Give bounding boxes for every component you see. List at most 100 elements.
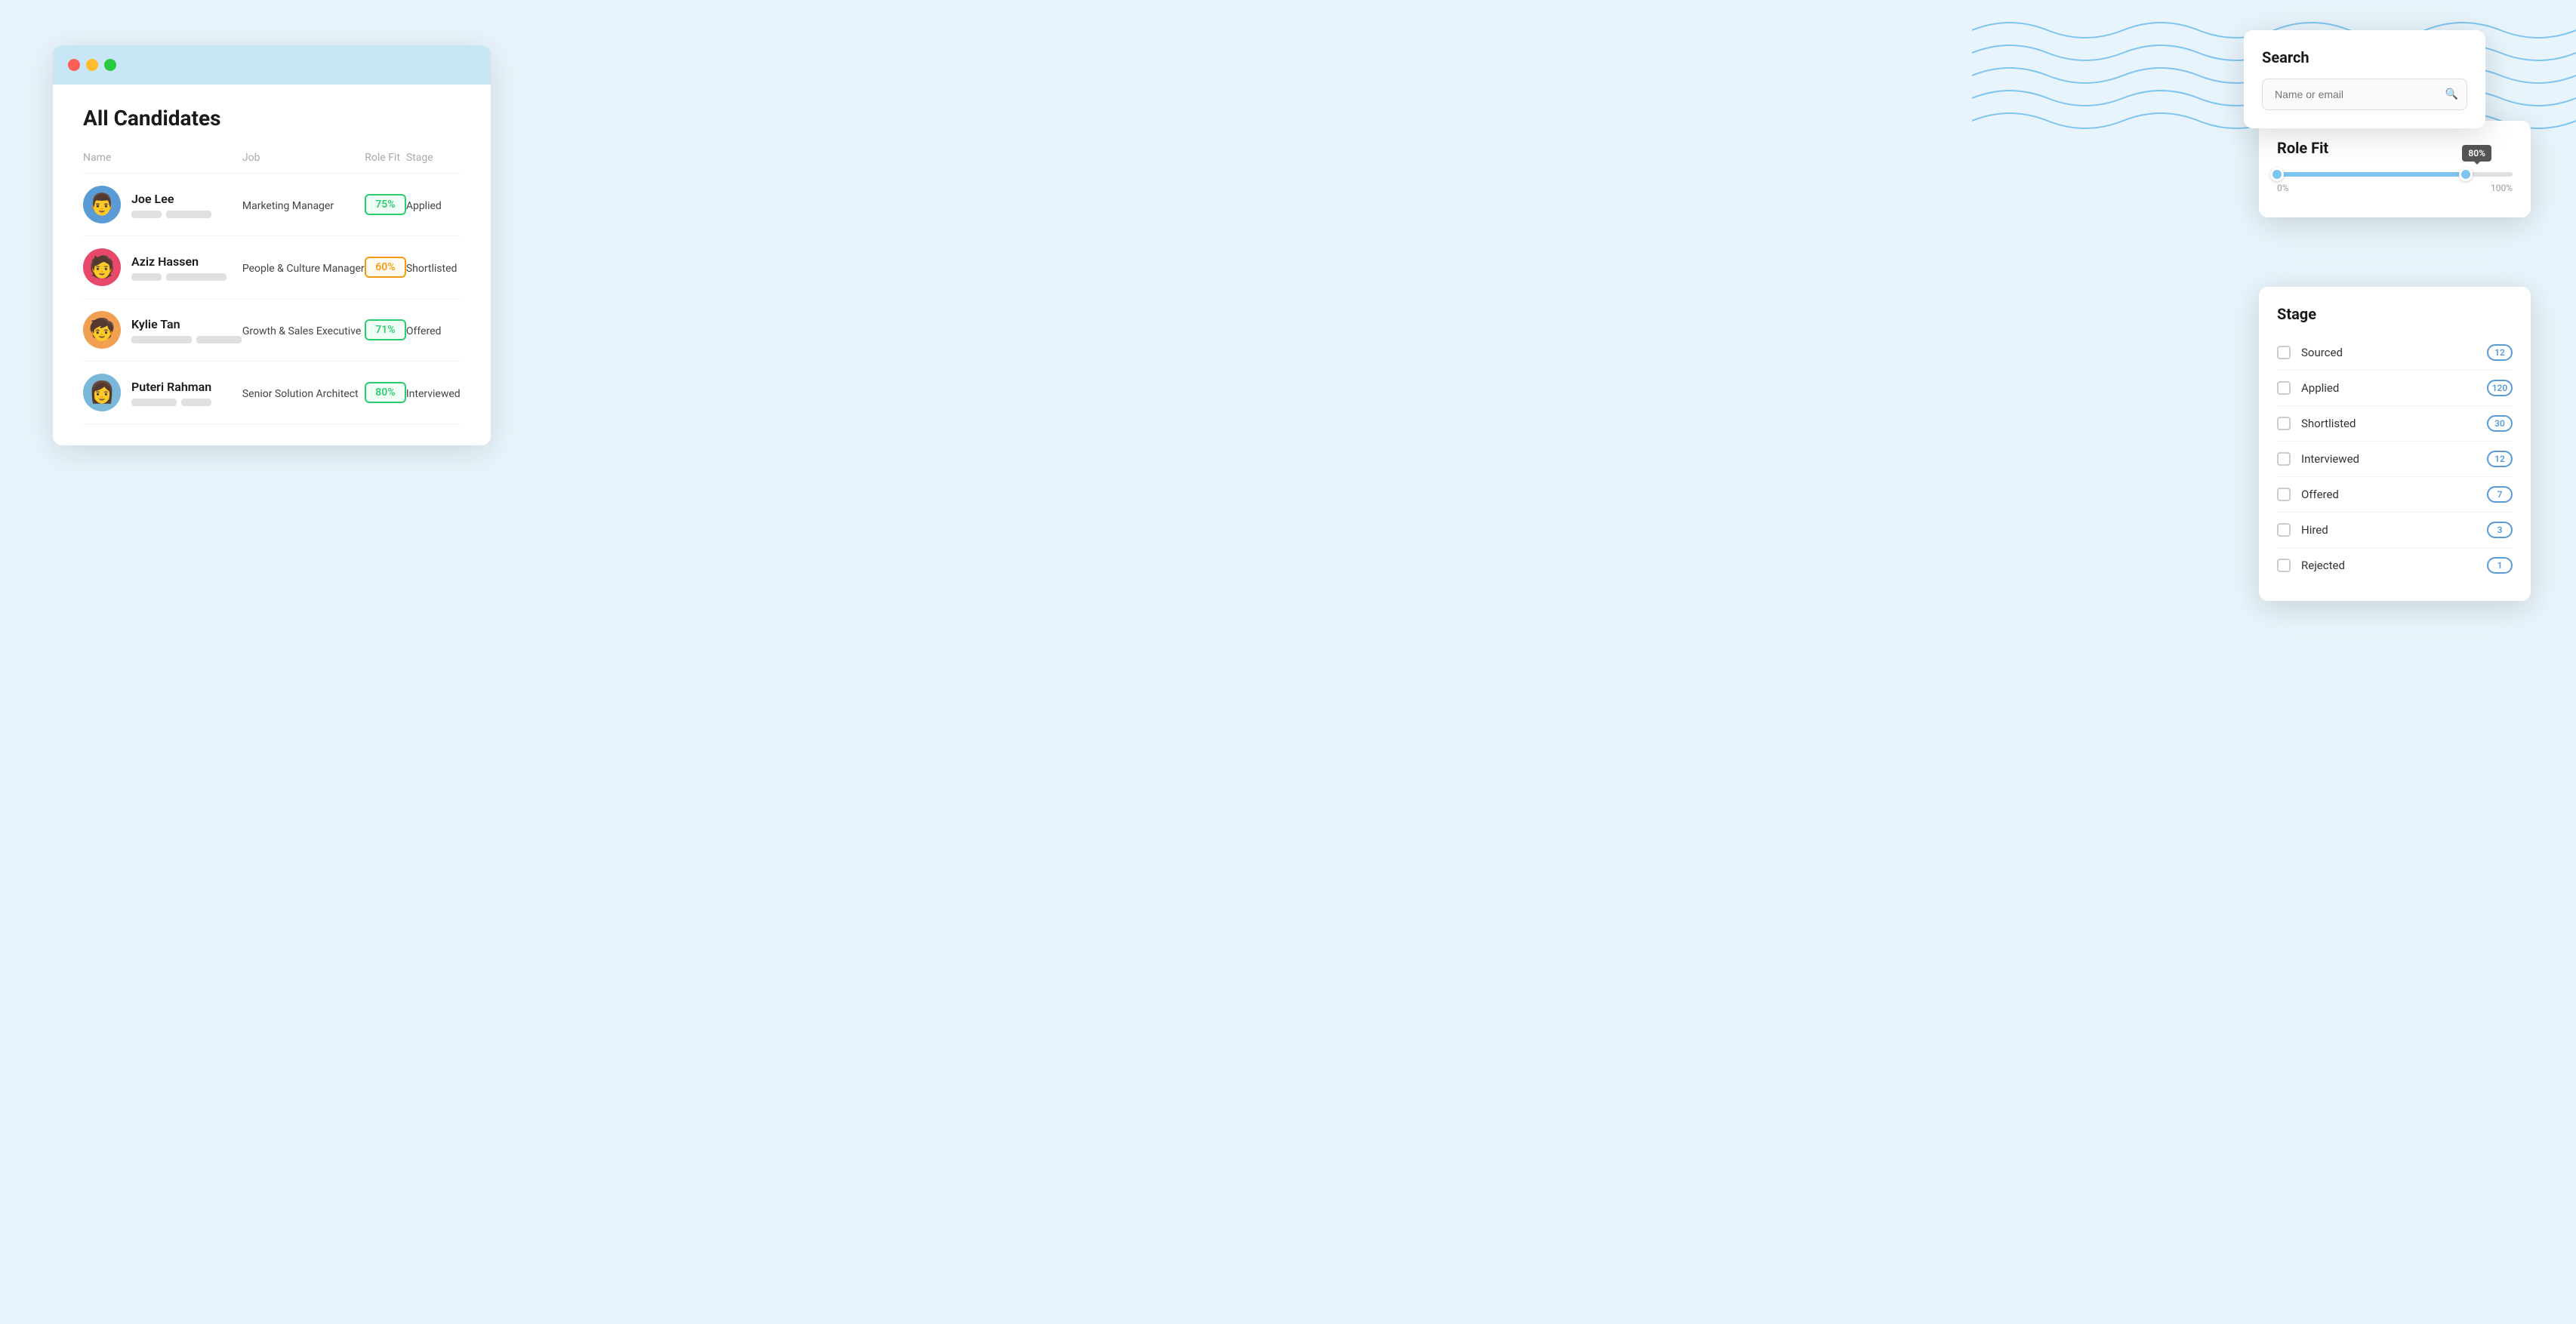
col-stage: Stage: [406, 152, 461, 174]
candidate-tags: [131, 336, 242, 343]
slider-track: [2277, 172, 2513, 177]
tag: [131, 211, 162, 218]
stage-item[interactable]: Sourced 12: [2277, 335, 2513, 371]
role-fit-badge: 80%: [365, 382, 405, 403]
candidate-details: Aziz Hassen: [131, 254, 226, 281]
stage-text: Shortlisted: [406, 263, 458, 275]
candidate-info: 👨 Joe Lee: [83, 186, 242, 223]
search-input[interactable]: [2262, 79, 2467, 110]
role-fit-slider-container: 80% 0% 100%: [2277, 172, 2513, 193]
stage-label: Sourced: [2301, 346, 2487, 359]
role-fit-panel: Role Fit 80% 0% 100%: [2259, 121, 2531, 217]
slider-labels: 0% 100%: [2277, 183, 2513, 193]
browser-window: All Candidates Name Job Role Fit Stage 👨: [53, 45, 491, 445]
avatar: 🧒: [83, 311, 121, 349]
stage-item[interactable]: Hired 3: [2277, 513, 2513, 548]
col-job: Job: [242, 152, 365, 174]
traffic-light-green[interactable]: [104, 59, 116, 71]
tag: [196, 336, 242, 343]
stage-label: Applied: [2301, 381, 2487, 395]
candidate-details: Kylie Tan: [131, 317, 242, 343]
stage-checkbox[interactable]: [2277, 381, 2291, 395]
stage-label: Shortlisted: [2301, 417, 2487, 430]
stage-label: Offered: [2301, 488, 2487, 501]
slider-max: 100%: [2491, 183, 2513, 193]
stage-count: 3: [2487, 522, 2513, 538]
stage-checkbox[interactable]: [2277, 559, 2291, 572]
candidate-tags: [131, 399, 211, 406]
slider-thumb-left[interactable]: [2270, 168, 2284, 181]
stage-label: Interviewed: [2301, 452, 2487, 466]
stage-items-container: Sourced 12 Applied 120 Shortlisted 30 In…: [2277, 335, 2513, 583]
stage-count: 30: [2487, 415, 2513, 432]
tag: [166, 211, 211, 218]
role-fit-badge: 71%: [365, 319, 405, 340]
candidate-name: Aziz Hassen: [131, 254, 226, 269]
table-row[interactable]: 👨 Joe Lee Marketing Manager 75% Applie: [83, 174, 461, 236]
candidate-details: Puteri Rahman: [131, 380, 211, 406]
role-fit-badge: 60%: [365, 257, 405, 278]
stage-checkbox[interactable]: [2277, 417, 2291, 430]
candidate-tags: [131, 273, 226, 281]
stage-item[interactable]: Shortlisted 30: [2277, 406, 2513, 442]
col-rolefit: Role Fit: [365, 152, 406, 174]
stage-panel: Stage Sourced 12 Applied 120 Shortlisted…: [2259, 287, 2531, 601]
stage-panel-title: Stage: [2277, 305, 2513, 323]
browser-titlebar: [53, 45, 491, 85]
tag: [131, 399, 177, 406]
slider-min: 0%: [2277, 183, 2289, 193]
candidate-name: Puteri Rahman: [131, 380, 211, 394]
candidate-info: 👩 Puteri Rahman: [83, 374, 242, 411]
stage-count: 7: [2487, 486, 2513, 503]
role-fit-badge: 75%: [365, 194, 405, 215]
stage-text: Applied: [406, 200, 442, 212]
stage-item[interactable]: Rejected 1: [2277, 548, 2513, 583]
job-title: People & Culture Manager: [242, 263, 365, 275]
stage-text: Offered: [406, 325, 442, 337]
avatar: 🧑: [83, 248, 121, 286]
stage-count: 120: [2487, 380, 2513, 396]
search-icon: 🔍: [2445, 88, 2458, 100]
stage-item[interactable]: Applied 120: [2277, 371, 2513, 406]
col-name: Name: [83, 152, 242, 174]
stage-item[interactable]: Interviewed 12: [2277, 442, 2513, 477]
candidate-details: Joe Lee: [131, 192, 211, 218]
stage-label: Rejected: [2301, 559, 2487, 572]
stage-checkbox[interactable]: [2277, 452, 2291, 466]
slider-fill: [2277, 172, 2466, 177]
stage-checkbox[interactable]: [2277, 488, 2291, 501]
candidate-tags: [131, 211, 211, 218]
traffic-light-red[interactable]: [68, 59, 80, 71]
stage-text: Interviewed: [406, 388, 461, 400]
traffic-light-yellow[interactable]: [86, 59, 98, 71]
browser-content: All Candidates Name Job Role Fit Stage 👨: [53, 85, 491, 445]
job-title: Senior Solution Architect: [242, 388, 359, 400]
slider-tooltip: 80%: [2462, 145, 2491, 162]
search-input-wrapper: 🔍: [2262, 79, 2467, 110]
stage-item[interactable]: Offered 7: [2277, 477, 2513, 513]
candidate-name: Kylie Tan: [131, 317, 242, 331]
job-title: Growth & Sales Executive: [242, 325, 361, 337]
stage-checkbox[interactable]: [2277, 346, 2291, 359]
avatar: 👨: [83, 186, 121, 223]
avatar: 👩: [83, 374, 121, 411]
stage-checkbox[interactable]: [2277, 523, 2291, 537]
tag: [131, 336, 192, 343]
search-panel-title: Search: [2262, 48, 2467, 66]
candidate-info: 🧒 Kylie Tan: [83, 311, 242, 349]
table-row[interactable]: 👩 Puteri Rahman Senior Solution Architec…: [83, 362, 461, 424]
stage-count: 12: [2487, 344, 2513, 361]
table-row[interactable]: 🧒 Kylie Tan Growth & Sales Executive 71%: [83, 299, 461, 362]
slider-thumb-right[interactable]: [2459, 168, 2473, 181]
candidate-info: 🧑 Aziz Hassen: [83, 248, 242, 286]
tag: [131, 273, 162, 281]
search-panel: Search 🔍: [2244, 30, 2485, 128]
stage-count: 12: [2487, 451, 2513, 467]
tag: [181, 399, 211, 406]
page-title: All Candidates: [83, 106, 461, 131]
candidates-table: Name Job Role Fit Stage 👨 Joe Lee: [83, 152, 461, 424]
tag: [166, 273, 226, 281]
job-title: Marketing Manager: [242, 200, 334, 212]
candidate-name: Joe Lee: [131, 192, 211, 206]
table-row[interactable]: 🧑 Aziz Hassen People & Culture Manager 6…: [83, 236, 461, 299]
